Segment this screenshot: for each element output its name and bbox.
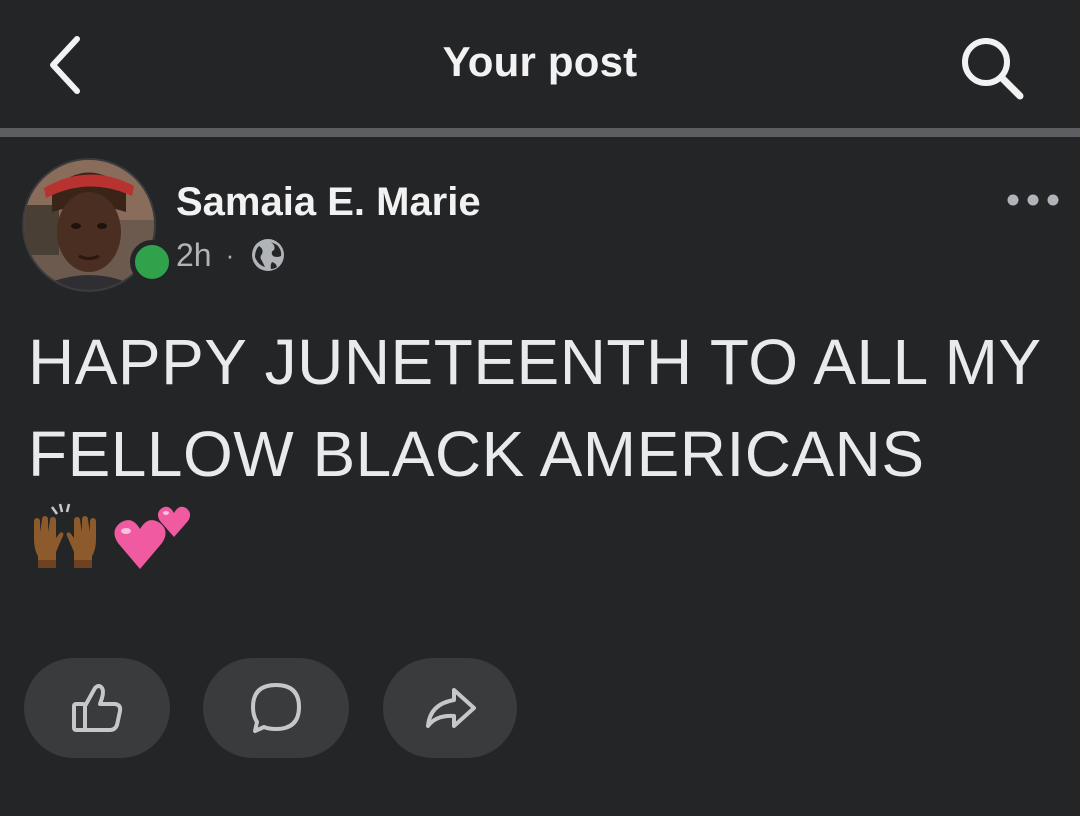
author-avatar-container[interactable] [22,158,174,292]
post-emojis [28,495,192,575]
comment-bubble-icon [251,683,301,733]
search-icon [962,38,1024,100]
more-horizontal-icon [1007,194,1059,206]
post-text-line: FELLOW BLACK AMERICANS [28,418,925,490]
two-hearts-emoji [114,506,191,569]
thumbs-up-icon [72,684,123,732]
online-status-indicator [130,240,174,284]
header-divider [0,128,1080,137]
globe-icon[interactable] [250,237,286,273]
share-button[interactable] [383,658,517,758]
raising-hands-emoji [34,503,96,568]
app-screen: Your post Samaia E. Marie 2h · HAPPY JUN… [0,0,1080,816]
meta-separator: · [225,239,235,270]
more-options-button[interactable] [1000,180,1066,220]
author-name[interactable]: Samaia E. Marie [176,180,481,225]
search-button[interactable] [950,28,1034,108]
page-title: Your post [442,38,638,85]
top-bar: Your post [0,0,1080,128]
comment-button[interactable] [203,658,349,758]
post-text-line: HAPPY JUNETEENTH TO ALL MY [28,326,1042,398]
post-text: HAPPY JUNETEENTH TO ALL MY FELLOW BLACK … [28,316,1058,500]
share-arrow-icon [426,688,476,728]
post-meta: 2h · [176,235,286,275]
post-time[interactable]: 2h [176,237,212,274]
like-button[interactable] [24,658,170,758]
